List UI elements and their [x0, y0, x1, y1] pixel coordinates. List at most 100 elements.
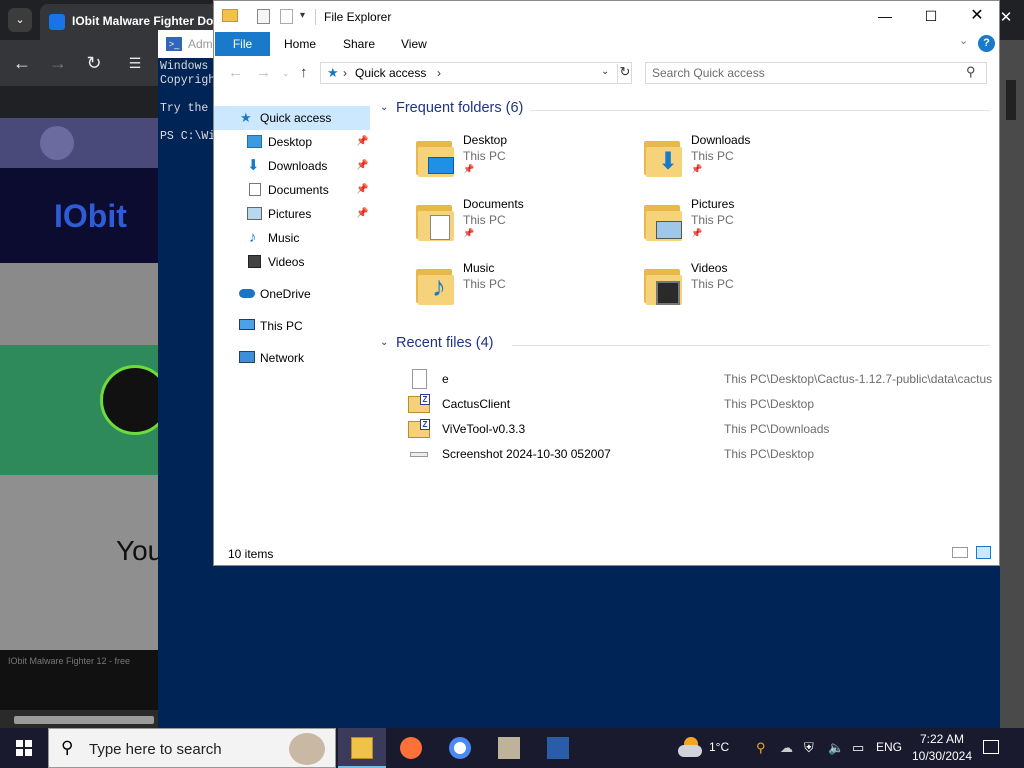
- forward-arrow-icon[interactable]: →: [256, 64, 271, 81]
- volume-icon[interactable]: 🔈: [828, 740, 844, 756]
- large-icons-view-icon[interactable]: [976, 546, 991, 559]
- folder-tile-downloads[interactable]: ⬇ Downloads This PC 📌: [644, 133, 864, 191]
- browser-tab-title: IObit Malware Fighter Dov: [72, 14, 221, 28]
- recent-file-row[interactable]: Z ViVeTool-v0.3.3 This PC\Downloads: [406, 417, 996, 441]
- close-button[interactable]: ✕: [954, 1, 999, 32]
- recent-file-row[interactable]: e This PC\Desktop\Cactus-1.12.7-public\d…: [406, 367, 996, 391]
- nav-item-network[interactable]: Network: [214, 346, 370, 370]
- file-explorer-window[interactable]: ▾ File Explorer — ☐ ✕ File Home Share Vi…: [213, 0, 1000, 566]
- search-icon[interactable]: ⚲: [966, 64, 976, 80]
- taskbar-app-tools[interactable]: [485, 728, 533, 768]
- customize-quick-access-toolbar-icon[interactable]: ▾: [300, 10, 305, 21]
- folder-location: This PC: [463, 277, 506, 291]
- refresh-icon[interactable]: ↻: [617, 64, 632, 83]
- nav-item-music[interactable]: ♪ Music: [214, 226, 370, 250]
- help-icon[interactable]: ?: [978, 35, 995, 52]
- breadcrumb-chevron-icon[interactable]: ›: [343, 66, 347, 80]
- file-path: This PC\Desktop\Cactus-1.12.7-public\dat…: [724, 372, 993, 386]
- network-icon: [239, 351, 255, 363]
- pin-icon[interactable]: 📌: [356, 202, 368, 226]
- folder-tile-pictures[interactable]: Pictures This PC 📌: [644, 197, 864, 255]
- expand-ribbon-icon[interactable]: ⌄: [959, 34, 968, 47]
- breadcrumb[interactable]: Quick access: [355, 66, 426, 80]
- pin-icon[interactable]: 📌: [691, 164, 702, 175]
- nav-item-videos[interactable]: Videos: [214, 250, 370, 274]
- site-settings-icon[interactable]: ☰: [124, 52, 146, 74]
- taskbar-app-chrome[interactable]: [436, 728, 484, 768]
- explorer-titlebar[interactable]: ▾ File Explorer — ☐ ✕: [214, 1, 999, 32]
- minimize-button[interactable]: —: [862, 1, 908, 32]
- recent-file-row[interactable]: Screenshot 2024-10-30 052007 This PC\Des…: [406, 442, 996, 466]
- powershell-icon: >_: [166, 37, 182, 51]
- recent-file-row[interactable]: Z CactusClient This PC\Desktop: [406, 392, 996, 416]
- back-arrow-icon[interactable]: ←: [11, 52, 33, 74]
- forward-arrow-icon[interactable]: →: [47, 52, 69, 74]
- folder-tile-desktop[interactable]: Desktop This PC 📌: [416, 133, 636, 191]
- tab-search-button[interactable]: ⌄: [8, 8, 32, 32]
- tab-share[interactable]: Share: [343, 32, 375, 56]
- pin-icon[interactable]: 📌: [463, 228, 474, 239]
- tab-view[interactable]: View: [401, 32, 427, 56]
- nav-item-quick-access[interactable]: ★ Quick access: [214, 106, 370, 130]
- taskbar-search-box[interactable]: ⚲ Type here to search: [48, 728, 336, 768]
- nav-item-documents[interactable]: Documents 📌: [214, 178, 370, 202]
- collapse-chevron-icon[interactable]: ⌄: [380, 102, 388, 113]
- folder-name: Downloads: [691, 133, 751, 147]
- taskbar-app-firefox[interactable]: [387, 728, 435, 768]
- nav-item-onedrive[interactable]: OneDrive: [214, 282, 370, 306]
- onedrive-tray-icon[interactable]: ☁: [780, 740, 793, 756]
- nav-item-pictures[interactable]: Pictures 📌: [214, 202, 370, 226]
- clock-time[interactable]: 7:22 AM: [912, 732, 972, 746]
- pin-icon[interactable]: 📌: [356, 154, 368, 178]
- nav-item-downloads[interactable]: ⬇ Downloads 📌: [214, 154, 370, 178]
- network-icon[interactable]: ▭: [852, 740, 864, 756]
- breadcrumb-chevron-icon[interactable]: ›: [437, 66, 441, 80]
- nav-item-this-pc[interactable]: This PC: [214, 314, 370, 338]
- up-arrow-icon[interactable]: ↑: [300, 64, 308, 81]
- taskbar-app-powershell[interactable]: [534, 728, 582, 768]
- folder-tile-documents[interactable]: Documents This PC 📌: [416, 197, 636, 255]
- clock-date[interactable]: 10/30/2024: [906, 749, 978, 763]
- tab-home[interactable]: Home: [284, 32, 316, 56]
- file-name: ViVeTool-v0.3.3: [442, 422, 526, 436]
- folder-tile-videos[interactable]: Videos This PC: [644, 261, 864, 319]
- weather-temperature[interactable]: 1°C: [709, 740, 729, 754]
- pin-icon[interactable]: 📌: [691, 228, 702, 239]
- security-shield-icon[interactable]: ⛨: [804, 740, 814, 756]
- new-folder-icon[interactable]: [280, 9, 293, 24]
- notification-center-icon[interactable]: [983, 740, 999, 754]
- frequent-folders-header[interactable]: ⌄ Frequent folders (6): [380, 100, 991, 120]
- tab-file[interactable]: File: [215, 32, 270, 56]
- back-arrow-icon[interactable]: ←: [228, 64, 243, 81]
- file-path: This PC\Downloads: [724, 422, 830, 436]
- weather-icon[interactable]: [678, 737, 702, 759]
- address-bar[interactable]: ★ › Quick access › ⌄ ↻: [320, 62, 632, 84]
- reload-icon[interactable]: ↻: [83, 52, 105, 74]
- search-input[interactable]: [652, 65, 952, 81]
- properties-icon[interactable]: [257, 9, 270, 24]
- pin-icon[interactable]: 📌: [356, 178, 368, 202]
- vertical-scrollbar-thumb[interactable]: [1006, 80, 1016, 120]
- videos-icon: [248, 255, 261, 268]
- search-box[interactable]: ⚲: [645, 62, 987, 84]
- taskbar-app-file-explorer[interactable]: [338, 728, 386, 768]
- status-bar: 10 items: [214, 541, 999, 565]
- nav-item-desktop[interactable]: Desktop 📌: [214, 130, 370, 154]
- pin-icon[interactable]: 📌: [356, 130, 368, 154]
- collapse-chevron-icon[interactable]: ⌄: [380, 337, 388, 348]
- details-view-icon[interactable]: [952, 547, 968, 558]
- maximize-button[interactable]: ☐: [908, 1, 954, 32]
- start-button[interactable]: [0, 728, 48, 768]
- recent-files-header[interactable]: ⌄ Recent files (4): [380, 335, 991, 355]
- search-highlight-icon[interactable]: [289, 733, 325, 765]
- address-dropdown-icon[interactable]: ⌄: [601, 66, 609, 77]
- page-hero: IObit: [0, 168, 160, 263]
- horizontal-scrollbar[interactable]: [0, 710, 160, 730]
- language-indicator[interactable]: ENG: [876, 740, 902, 754]
- nav-label: OneDrive: [260, 287, 311, 301]
- pin-icon[interactable]: 📌: [463, 164, 474, 175]
- folder-tile-music[interactable]: ♪ Music This PC: [416, 261, 636, 319]
- search-tray-icon[interactable]: ⚲: [756, 740, 766, 756]
- scrollbar-thumb[interactable]: [14, 716, 154, 724]
- recent-locations-icon[interactable]: ⌄: [282, 68, 290, 79]
